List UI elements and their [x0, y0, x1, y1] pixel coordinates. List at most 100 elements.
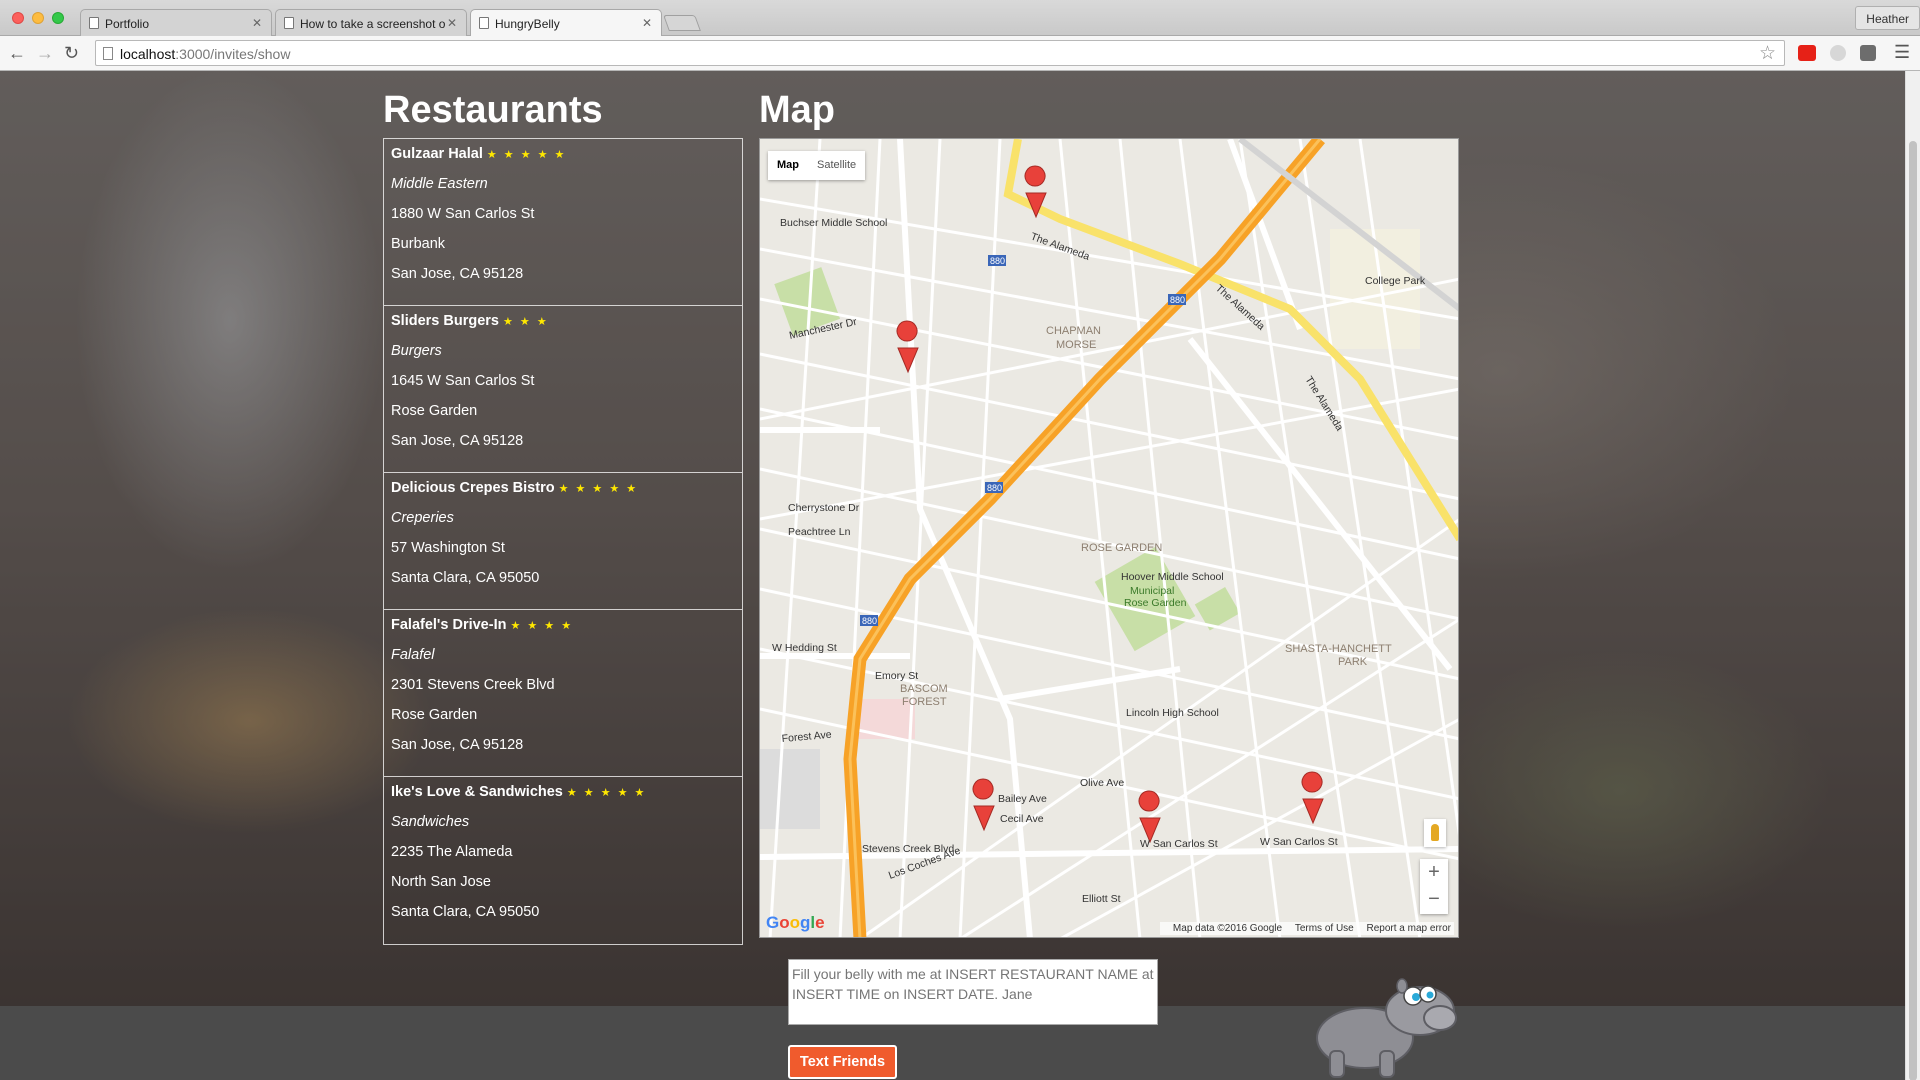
page-scrollbar[interactable]: [1905, 71, 1920, 1080]
google-map[interactable]: Buchser Middle School College Park CHAPM…: [759, 138, 1459, 938]
restaurant-city: San Jose, CA 95128: [391, 737, 524, 753]
close-tab-icon[interactable]: ✕: [252, 16, 262, 30]
rating-stars: ★ ★ ★: [503, 316, 549, 328]
maximize-window-button[interactable]: [52, 12, 64, 24]
youtube-extension-icon[interactable]: [1798, 45, 1816, 61]
bookmark-star-icon[interactable]: ☆: [1759, 42, 1776, 65]
map-label: W San Carlos St: [1140, 838, 1218, 850]
map-label: Bailey Ave: [998, 793, 1047, 805]
map-label: Lincoln High School: [1126, 707, 1219, 719]
highway-shield: 880: [1170, 295, 1185, 305]
restaurant-name: Sliders Burgers: [391, 313, 499, 329]
restaurant-card[interactable]: Sliders Burgers ★ ★ ★ Burgers 1645 W San …: [384, 306, 742, 473]
address-bar[interactable]: localhost:3000/invites/show ☆: [95, 40, 1785, 66]
reload-icon[interactable]: ↻: [64, 43, 79, 63]
logo-letter: e: [815, 913, 825, 932]
close-window-button[interactable]: [12, 12, 24, 24]
map-label: Cecil Ave: [1000, 813, 1044, 825]
map-attribution: Map data ©2016 Google Terms of Use Repor…: [1159, 922, 1454, 935]
tab-hungrybelly[interactable]: HungryBelly ✕: [470, 9, 662, 37]
forward-arrow-icon[interactable]: →: [36, 43, 54, 63]
restaurant-card[interactable]: Ike's Love & Sandwiches ★ ★ ★ ★ ★ Sandwic…: [384, 777, 742, 944]
tab-portfolio[interactable]: Portfolio ✕: [80, 9, 272, 36]
page-info-icon[interactable]: [103, 47, 113, 60]
map-label: FOREST: [902, 696, 947, 708]
map-data-credit: Map data ©2016 Google: [1172, 923, 1283, 934]
map-label: College Park: [1365, 275, 1426, 287]
url-path: :3000/invites/show: [175, 46, 291, 62]
rating-stars: ★ ★ ★ ★ ★: [566, 787, 647, 799]
text-friends-button[interactable]: Text Friends: [788, 1045, 897, 1079]
profile-button[interactable]: Heather: [1855, 6, 1920, 30]
map-label: SHASTA-HANCHETT: [1285, 643, 1392, 655]
map-label: Hoover Middle School: [1121, 571, 1224, 583]
map-heading: Map: [759, 89, 835, 131]
invite-message-input[interactable]: [788, 959, 1158, 1025]
map-label: CHAPMAN: [1046, 325, 1101, 337]
restaurant-city: Santa Clara, CA 95050: [391, 570, 540, 586]
new-tab-button[interactable]: [663, 15, 701, 31]
street-view-pegman-icon[interactable]: [1424, 819, 1446, 847]
url-text: localhost:3000/invites/show: [120, 46, 290, 62]
close-tab-icon[interactable]: ✕: [642, 16, 652, 30]
browser-toolbar: ← → ↻ localhost:3000/invites/show ☆ ☰: [0, 36, 1920, 71]
restaurant-card[interactable]: Delicious Crepes Bistro ★ ★ ★ ★ ★ Creperi…: [384, 473, 742, 610]
restaurant-cuisine: Burgers: [391, 343, 442, 359]
map-label: W San Carlos St: [1260, 836, 1338, 848]
report-error-link[interactable]: Report a map error: [1367, 923, 1451, 934]
restaurant-address: 1645 W San Carlos St: [391, 373, 535, 389]
tab-title: Portfolio: [105, 17, 150, 31]
map-type-control: Map Satellite: [768, 151, 866, 180]
map-label: Rose Garden: [1124, 597, 1187, 609]
page-icon: [284, 17, 294, 29]
map-type-map-button[interactable]: Map: [768, 151, 808, 180]
tab-title: HungryBelly: [495, 17, 560, 31]
restaurant-name: Falafel's Drive-In: [391, 617, 507, 633]
restaurant-address: 2235 The Alameda: [391, 844, 513, 860]
map-label: MORSE: [1056, 339, 1096, 351]
page-icon: [89, 17, 99, 29]
scrollbar-thumb[interactable]: [1909, 141, 1917, 1080]
map-label: W Hedding St: [772, 642, 837, 654]
menu-icon[interactable]: ☰: [1894, 42, 1910, 62]
map-label: Peachtree Ln: [788, 526, 851, 538]
google-logo[interactable]: Google: [766, 913, 825, 933]
highway-shield: 880: [990, 256, 1005, 266]
hippo-mascot: [1316, 978, 1457, 1078]
map-label: ROSE GARDEN: [1081, 542, 1162, 554]
restaurant-city: San Jose, CA 95128: [391, 433, 524, 449]
map-label: Emory St: [875, 670, 918, 682]
restaurant-city: Santa Clara, CA 95050: [391, 904, 540, 920]
terms-link[interactable]: Terms of Use: [1295, 923, 1354, 934]
restaurant-city: San Jose, CA 95128: [391, 266, 524, 282]
restaurant-address: 2301 Stevens Creek Blvd: [391, 677, 555, 693]
map-label: BASCOM: [900, 683, 948, 695]
zoom-control: + −: [1420, 859, 1448, 914]
restaurant-cuisine: Middle Eastern: [391, 176, 488, 192]
map-type-satellite-button[interactable]: Satellite: [808, 151, 865, 180]
restaurant-card[interactable]: Gulzaar Halal ★ ★ ★ ★ ★ Middle Eastern 18…: [384, 139, 742, 306]
zoom-out-button[interactable]: −: [1420, 886, 1448, 913]
zoom-in-button[interactable]: +: [1420, 859, 1448, 886]
map-label: Cherrystone Dr: [788, 502, 860, 514]
map-label: PARK: [1338, 656, 1368, 668]
restaurant-cuisine: Creperies: [391, 510, 454, 526]
extension-icon[interactable]: [1830, 45, 1846, 61]
restaurant-address: 57 Washington St: [391, 540, 505, 556]
extension-icon[interactable]: [1860, 45, 1876, 61]
minimize-window-button[interactable]: [32, 12, 44, 24]
map-label: Buchser Middle School: [780, 217, 887, 229]
tab-screenshot-howto[interactable]: How to take a screenshot o ✕: [275, 9, 467, 36]
restaurant-neighborhood: North San Jose: [391, 874, 491, 890]
restaurant-neighborhood: Rose Garden: [391, 403, 478, 419]
back-arrow-icon[interactable]: ←: [8, 43, 26, 63]
restaurant-name: Ike's Love & Sandwiches: [391, 784, 563, 800]
map-canvas[interactable]: Buchser Middle School College Park CHAPM…: [760, 139, 1459, 938]
map-label: Municipal: [1130, 585, 1174, 597]
restaurant-card[interactable]: Falafel's Drive-In ★ ★ ★ ★ Falafel 2301 S…: [384, 610, 742, 777]
close-tab-icon[interactable]: ✕: [447, 16, 457, 30]
highway-shield: 880: [862, 616, 877, 626]
logo-letter: G: [766, 913, 780, 932]
restaurant-list: Gulzaar Halal ★ ★ ★ ★ ★ Middle Eastern 18…: [383, 138, 743, 945]
restaurant-address: 1880 W San Carlos St: [391, 206, 535, 222]
